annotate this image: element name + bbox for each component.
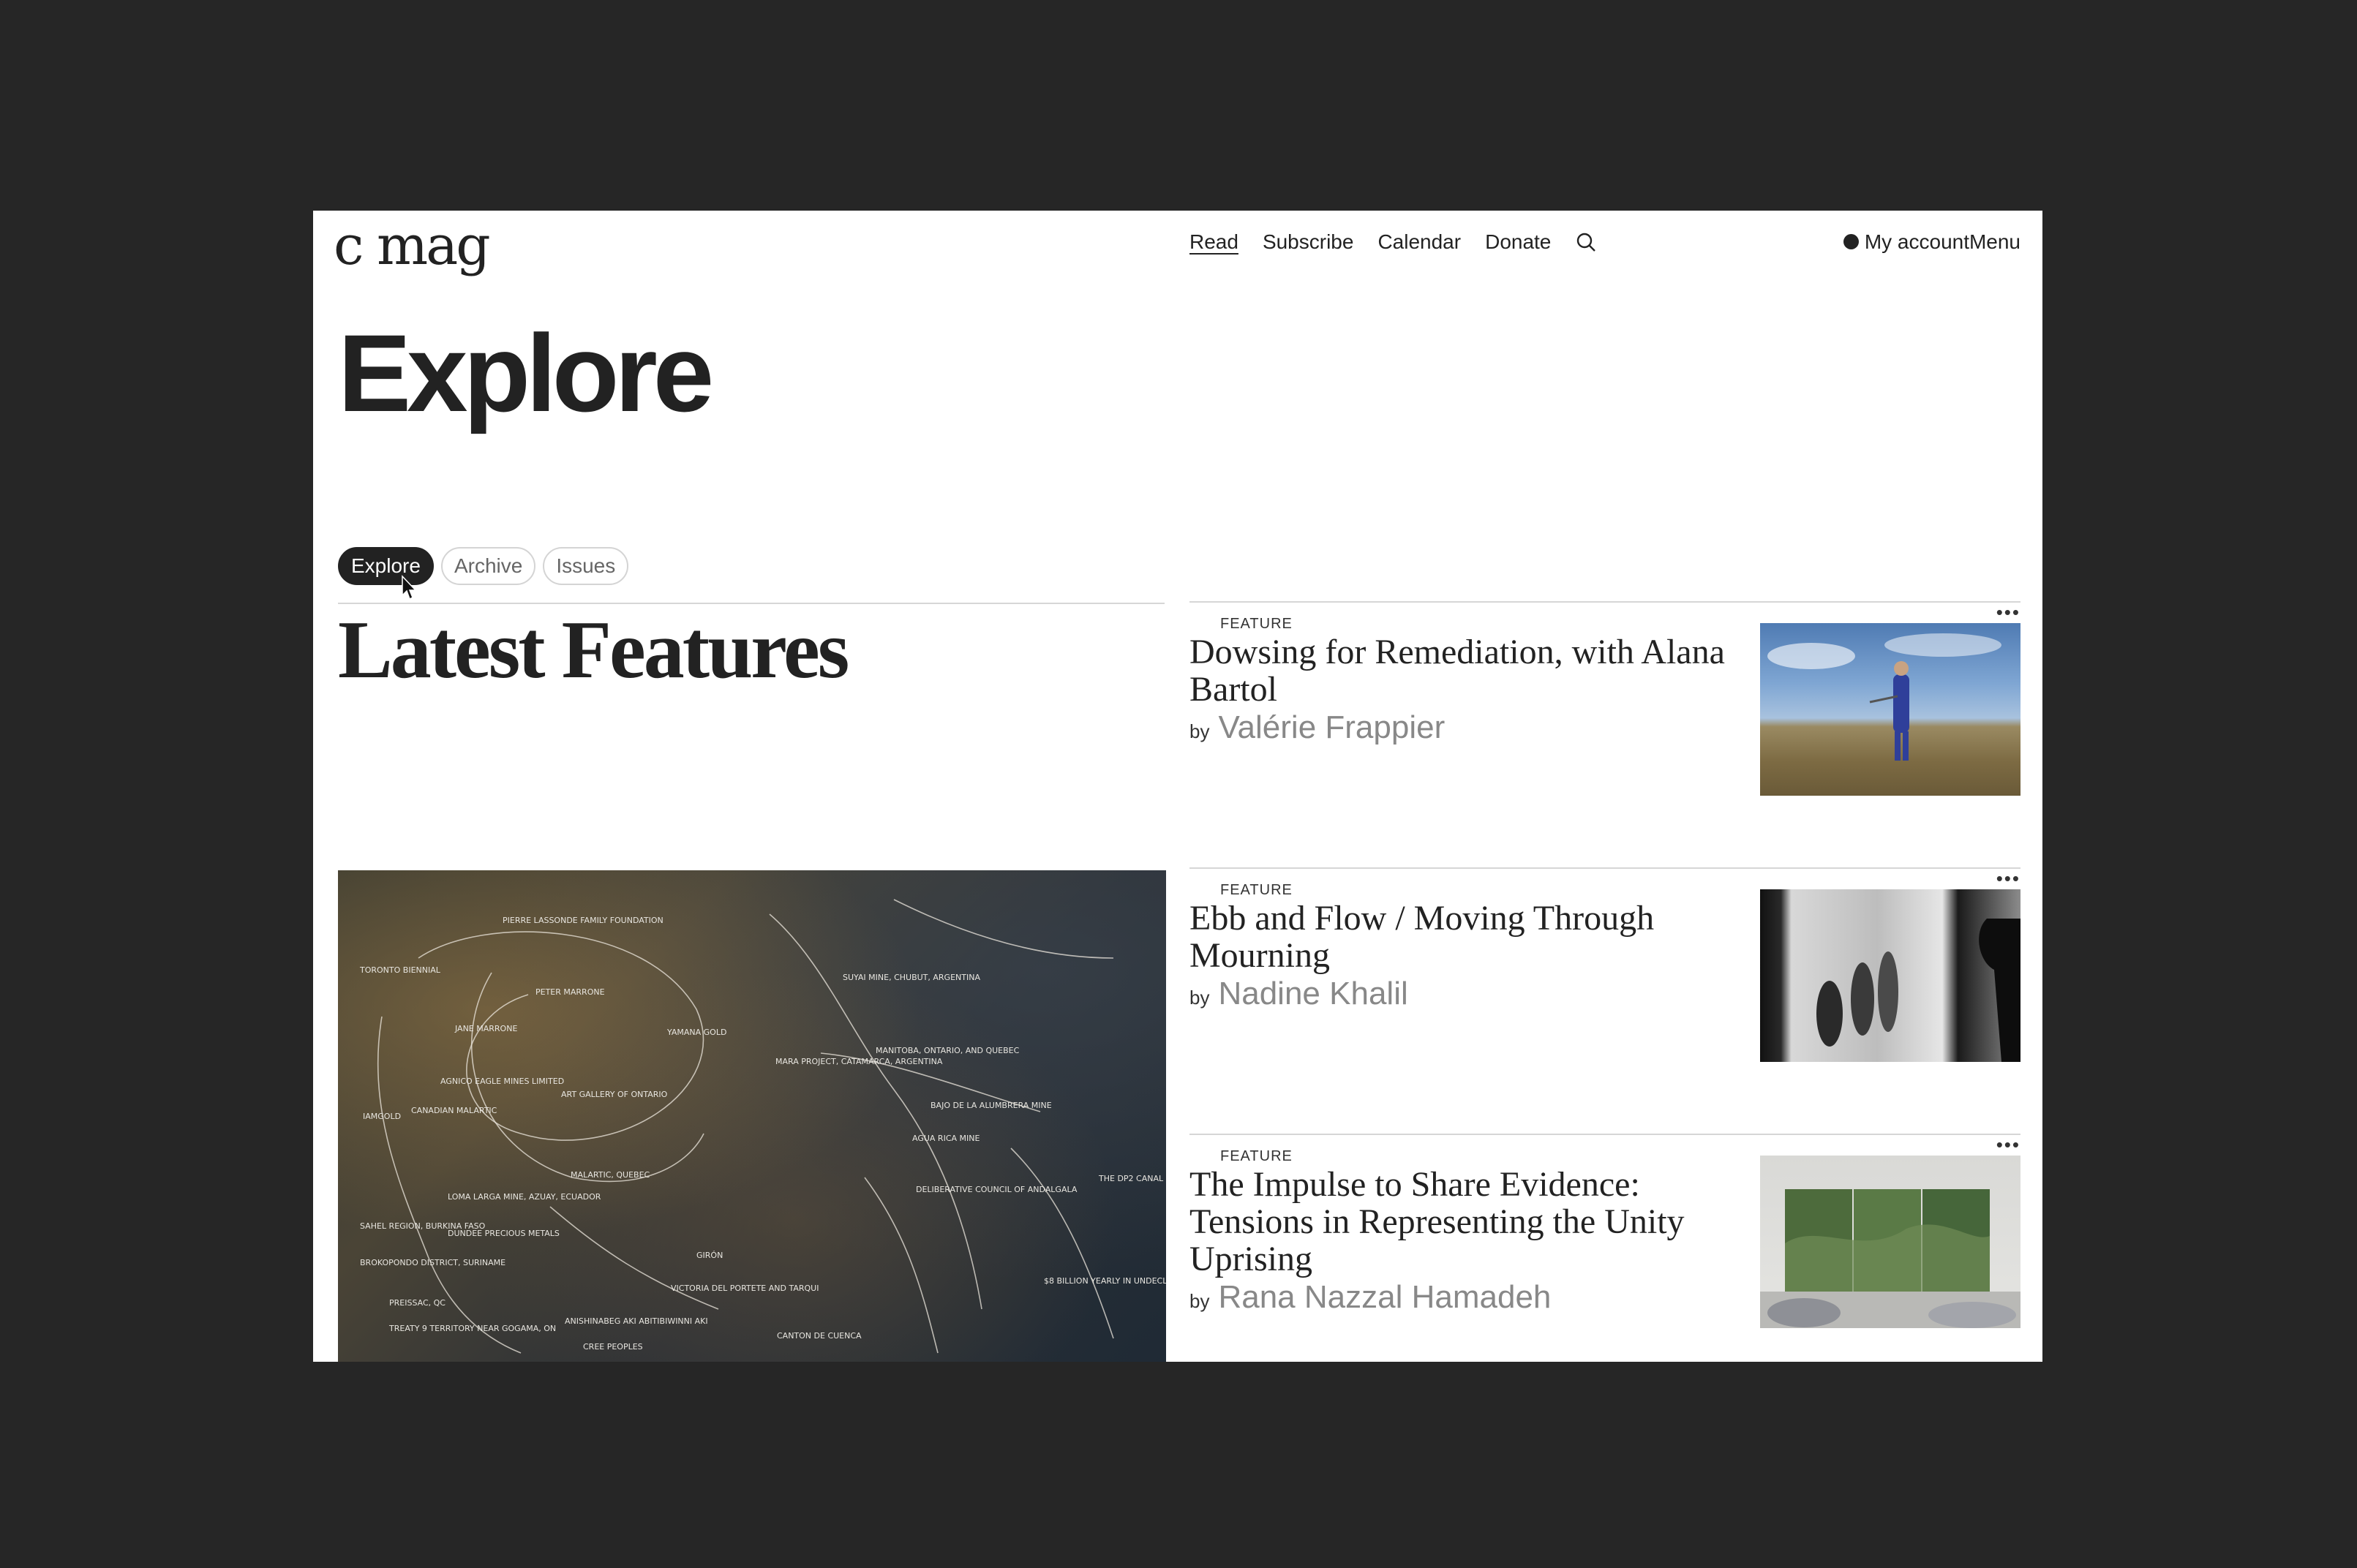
artwork-label: YAMANA GOLD — [667, 1028, 727, 1037]
tab-explore[interactable]: Explore — [338, 547, 434, 585]
feature-card[interactable]: ••• FEATURE Ebb and Flow / Moving Throug… — [1189, 867, 2020, 1135]
artwork-label: CREE PEOPLES — [583, 1342, 643, 1352]
feature-author: Nadine Khalil — [1218, 976, 1408, 1011]
nav-calendar[interactable]: Calendar — [1377, 230, 1461, 255]
search-icon[interactable] — [1575, 231, 1597, 253]
feature-thumbnail[interactable] — [1760, 623, 2020, 796]
thumbnail-landscape-prints — [1760, 1189, 2020, 1328]
artwork-label: MALARTIC, QUEBEC — [571, 1170, 650, 1180]
artwork-label: BAJO DE LA ALUMBRERA MINE — [931, 1101, 1052, 1110]
account-label: My account — [1864, 230, 1969, 253]
feature-headline[interactable]: Dowsing for Remediation, with Alana Bart… — [1189, 633, 1731, 750]
more-options-icon[interactable]: ••• — [1996, 1135, 2020, 1154]
feature-card[interactable]: ••• FEATURE The Impulse to Share Evidenc… — [1189, 1134, 2020, 1362]
featured-artwork-image[interactable]: PIERRE LASSONDE FAMILY FOUNDATION TORONT… — [338, 870, 1166, 1362]
artwork-label: BROKOPONDO DISTRICT, SURINAME — [360, 1258, 506, 1267]
page-title: Explore — [338, 312, 714, 434]
byline-prefix: by — [1189, 1290, 1210, 1312]
artwork-label: MARA PROJECT, CATAMARCA, ARGENTINA — [775, 1057, 943, 1066]
tab-issues[interactable]: Issues — [543, 547, 629, 585]
menu-button[interactable]: Menu — [1969, 230, 2020, 255]
artwork-label: DELIBERATIVE COUNCIL OF ANDALGALA — [916, 1185, 1078, 1194]
nav-donate[interactable]: Donate — [1485, 230, 1551, 255]
thumbnail-person-figure — [1767, 633, 2001, 761]
nav-read[interactable]: Read — [1189, 230, 1238, 255]
browser-page: c mag Read Subscribe Calendar Donate My … — [313, 211, 2042, 1362]
byline-prefix: by — [1189, 720, 1210, 742]
artwork-label: ANISHINABEG AKI ABITIBIWINNI AKI — [565, 1316, 708, 1326]
feature-title: Ebb and Flow / Moving Through Mourning — [1189, 899, 1655, 975]
section-divider — [338, 603, 1165, 604]
feature-kicker: FEATURE — [1220, 882, 1293, 898]
artwork-label: LOMA LARGA MINE, AZUAY, ECUADOR — [448, 1192, 601, 1202]
feature-author: Rana Nazzal Hamadeh — [1218, 1279, 1552, 1315]
section-title: Latest Features — [338, 605, 849, 696]
artwork-label: AGUA RICA MINE — [912, 1134, 980, 1143]
feature-headline[interactable]: Ebb and Flow / Moving Through Mourning b… — [1189, 900, 1731, 1017]
main-nav: Read Subscribe Calendar Donate — [1189, 230, 1597, 255]
artwork-label: TREATY 9 TERRITORY NEAR GOGAMA, ON — [389, 1324, 557, 1333]
artwork-label: IAMGOLD — [363, 1112, 402, 1121]
feature-thumbnail[interactable] — [1760, 889, 2020, 1062]
feature-title: Dowsing for Remediation, with Alana Bart… — [1189, 633, 1725, 709]
my-account-link[interactable]: My account — [1843, 230, 1969, 255]
feature-byline: by Valérie Frappier — [1189, 708, 1731, 750]
artwork-label: PREISSAC, QC — [389, 1298, 446, 1308]
tab-archive[interactable]: Archive — [440, 547, 536, 585]
feature-kicker: FEATURE — [1220, 616, 1293, 632]
feature-title: The Impulse to Share Evidence: Tensions … — [1189, 1165, 1685, 1278]
feature-card[interactable]: ••• FEATURE Dowsing for Remediation, wit… — [1189, 601, 2020, 869]
artwork-label: CANADIAN MALARTIC — [411, 1106, 497, 1115]
feature-thumbnail[interactable] — [1760, 1156, 2020, 1328]
feature-divider — [1189, 601, 2020, 603]
more-options-icon[interactable]: ••• — [1996, 869, 2020, 888]
feature-author: Valérie Frappier — [1218, 709, 1446, 745]
feature-byline: by Nadine Khalil — [1189, 974, 1731, 1017]
thumbnail-silhouettes — [1816, 919, 2020, 1062]
nav-subscribe[interactable]: Subscribe — [1263, 230, 1354, 255]
more-options-icon[interactable]: ••• — [1996, 603, 2020, 622]
artwork-label: VICTORIA DEL PORTETE AND TARQUI — [671, 1284, 819, 1293]
mouse-cursor-icon — [402, 575, 417, 600]
feature-headline[interactable]: The Impulse to Share Evidence: Tensions … — [1189, 1166, 1731, 1320]
artwork-label: GIRÓN — [696, 1251, 723, 1260]
artwork-label: DUNDEE PRECIOUS METALS — [448, 1229, 560, 1238]
artwork-label: $8 BILLION YEARLY IN UNDECLARED EXPORTED… — [1044, 1276, 1166, 1286]
artwork-label: AGNICO EAGLE MINES LIMITED — [440, 1077, 565, 1086]
feature-divider — [1189, 1134, 2020, 1135]
artwork-label: SUYAI MINE, CHUBUT, ARGENTINA — [843, 973, 980, 982]
artwork-label: ART GALLERY OF ONTARIO — [561, 1090, 668, 1099]
artwork-label: THE DP2 CANAL — [1099, 1174, 1164, 1183]
artwork-label: PETER MARRONE — [535, 987, 605, 997]
artwork-label: MANITOBA, ONTARIO, AND QUEBEC — [876, 1046, 1020, 1055]
feature-byline: by Rana Nazzal Hamadeh — [1189, 1278, 1731, 1320]
artwork-label: CANTON DE CUENCA — [777, 1331, 862, 1341]
account-status-icon — [1843, 234, 1859, 250]
artwork-label: JANE MARRONE — [455, 1024, 518, 1033]
feature-kicker: FEATURE — [1220, 1148, 1293, 1164]
section-tabs: Explore Archive Issues — [338, 547, 636, 585]
artwork-label: PIERRE LASSONDE FAMILY FOUNDATION — [503, 916, 664, 925]
byline-prefix: by — [1189, 987, 1210, 1009]
site-logo[interactable]: c mag — [334, 216, 491, 276]
artwork-label: TORONTO BIENNIAL — [360, 965, 440, 975]
feature-divider — [1189, 867, 2020, 869]
